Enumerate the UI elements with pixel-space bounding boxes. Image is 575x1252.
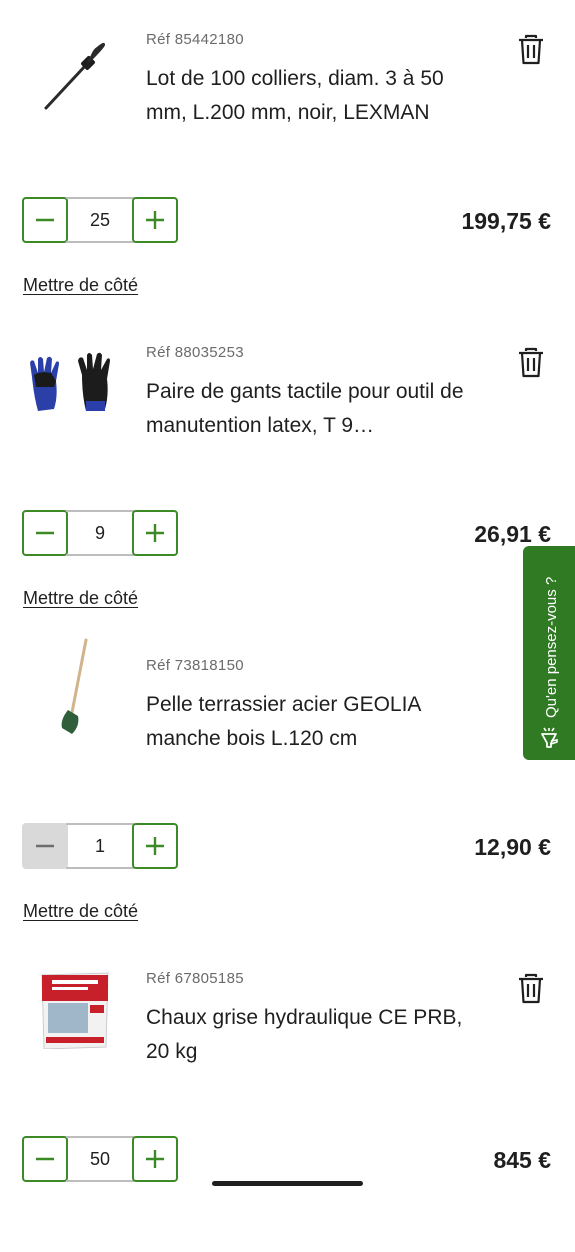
quantity-stepper: 1 (22, 823, 178, 869)
product-reference: Réf 85442180 (146, 31, 244, 48)
quantity-stepper: 9 (22, 510, 178, 556)
decrease-button[interactable] (22, 197, 68, 243)
save-for-later-link[interactable]: Mettre de côté (23, 901, 138, 922)
product-price: 845 € (493, 1147, 551, 1173)
plus-icon (146, 524, 164, 542)
increase-button[interactable] (132, 197, 178, 243)
minus-icon (36, 1157, 54, 1161)
product-title[interactable]: Chaux grise hydraulique CE PRB, 20 kg (146, 1001, 486, 1069)
quantity-field[interactable]: 25 (66, 197, 134, 243)
decrease-button[interactable] (22, 510, 68, 556)
megaphone-icon (537, 726, 561, 750)
trash-icon[interactable] (517, 347, 545, 379)
cart-item: Réf 88035253 Paire de gants tactile pour… (0, 313, 575, 626)
trash-icon[interactable] (517, 34, 545, 66)
product-price: 199,75 € (461, 208, 551, 234)
feedback-tab[interactable]: Qu'en pensez-vous ? (523, 546, 575, 760)
product-reference: Réf 73818150 (146, 657, 244, 674)
quantity-field[interactable]: 1 (66, 823, 134, 869)
increase-button[interactable] (132, 510, 178, 556)
feedback-label: Qu'en pensez-vous ? (542, 576, 560, 718)
minus-icon (36, 844, 54, 848)
product-reference: Réf 88035253 (146, 344, 244, 361)
gloves-image (24, 323, 124, 423)
product-reference: Réf 67805185 (146, 970, 244, 987)
home-indicator[interactable] (212, 1181, 363, 1186)
save-for-later-link[interactable]: Mettre de côté (23, 588, 138, 609)
cart-item: Réf 73818150 Pelle terrassier acier GEOL… (0, 626, 575, 939)
shovel-image (24, 636, 124, 736)
product-price: 12,90 € (474, 834, 551, 860)
product-title[interactable]: Paire de gants tactile pour outil de man… (146, 375, 486, 443)
cart-item: Réf 67805185 Chaux grise hydraulique CE … (0, 939, 575, 1252)
increase-button[interactable] (132, 823, 178, 869)
quantity-stepper: 25 (22, 197, 178, 243)
quantity-field[interactable]: 50 (66, 1136, 134, 1182)
cable-tie-image (24, 10, 124, 110)
plus-icon (146, 1150, 164, 1168)
save-for-later-link[interactable]: Mettre de côté (23, 275, 138, 296)
plus-icon (146, 837, 164, 855)
increase-button[interactable] (132, 1136, 178, 1182)
trash-icon[interactable] (517, 973, 545, 1005)
quantity-field[interactable]: 9 (66, 510, 134, 556)
lime-bag-image (24, 949, 124, 1050)
quantity-stepper: 50 (22, 1136, 178, 1182)
decrease-button[interactable] (22, 823, 68, 869)
minus-icon (36, 531, 54, 535)
product-title[interactable]: Lot de 100 colliers, diam. 3 à 50 mm, L.… (146, 62, 486, 130)
decrease-button[interactable] (22, 1136, 68, 1182)
minus-icon (36, 218, 54, 222)
product-title[interactable]: Pelle terrassier acier GEOLIA manche boi… (146, 688, 486, 756)
cart-item: Réf 85442180 Lot de 100 colliers, diam. … (0, 0, 575, 313)
plus-icon (146, 211, 164, 229)
